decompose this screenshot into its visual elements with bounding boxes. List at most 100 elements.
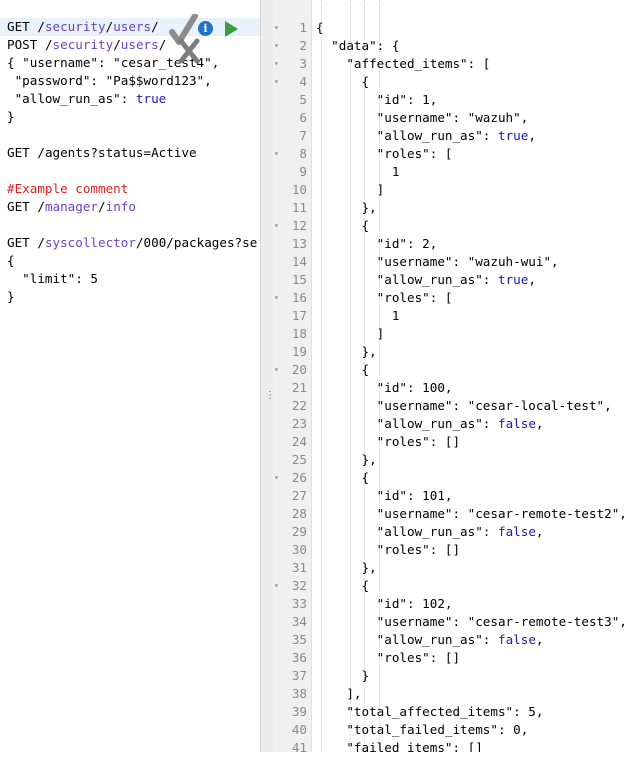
output-line: "username": "wazuh-wui", xyxy=(316,254,559,269)
line-number: 40 xyxy=(291,722,307,737)
output-line: "failed_items": [] xyxy=(316,740,483,752)
fold-toggle-icon[interactable]: ▾ xyxy=(274,19,279,37)
output-line: "allow_run_as": false, xyxy=(316,632,544,647)
output-gutter: 1 ▾ 2 ▾ 3 ▾ 4 ▾ 5 6 7 8 ▾ 9 10 11 12 ▾ 13 14 15 16 ▾ 17 18 19 20 ▾ 2… xyxy=(273,0,312,755)
line-number: 19 xyxy=(291,344,307,359)
fold-toggle-icon[interactable]: ▾ xyxy=(274,145,279,163)
line-number: 24 xyxy=(291,434,307,449)
line-number: 15 xyxy=(291,272,307,287)
editor-line: } xyxy=(7,289,15,304)
output-line: "id": 1, xyxy=(316,92,438,107)
fold-toggle-icon[interactable]: ▾ xyxy=(274,289,279,307)
output-line: "roles": [] xyxy=(316,542,461,557)
output-line: "username": "cesar-remote-test3", xyxy=(316,614,627,629)
pane-resizer[interactable]: ⋮ xyxy=(260,0,275,752)
response-output[interactable]: { "data": { "affected_items": [ { "id": … xyxy=(312,0,635,752)
output-line: { xyxy=(316,74,370,89)
editor-line: GET /manager/info xyxy=(7,199,136,214)
output-line: "allow_run_as": false, xyxy=(316,524,544,539)
line-number: 36 xyxy=(291,650,307,665)
editor-line: GET /syscollector/000/packages?se xyxy=(7,235,258,250)
output-line: ], xyxy=(316,686,362,701)
output-line: { xyxy=(316,20,324,35)
output-line: }, xyxy=(316,200,377,215)
line-number: 25 xyxy=(291,452,307,467)
output-line: "total_failed_items": 0, xyxy=(316,722,529,737)
editor-line: "limit": 5 xyxy=(7,271,98,286)
output-line: }, xyxy=(316,344,377,359)
output-line: "username": "cesar-local-test", xyxy=(316,398,612,413)
output-line: "roles": [ xyxy=(316,290,453,305)
output-line: }, xyxy=(316,560,377,575)
line-number: 28 xyxy=(291,506,307,521)
editor-line: POST /security/users/ xyxy=(7,37,167,52)
fold-toggle-icon[interactable]: ▾ xyxy=(274,469,279,487)
line-number: 2 xyxy=(299,38,307,53)
line-number: 3 xyxy=(299,56,307,71)
line-number: 22 xyxy=(291,398,307,413)
output-line: "allow_run_as": true, xyxy=(316,272,536,287)
fold-toggle-icon[interactable]: ▾ xyxy=(274,55,279,73)
line-number: 6 xyxy=(299,110,307,125)
line-number: 26 xyxy=(291,470,307,485)
fold-toggle-icon[interactable]: ▾ xyxy=(274,577,279,595)
line-number: 5 xyxy=(299,92,307,107)
fold-toggle-icon[interactable]: ▾ xyxy=(274,361,279,379)
line-number: 32 xyxy=(291,578,307,593)
output-line: "username": "cesar-remote-test2", xyxy=(316,506,627,521)
line-number: 38 xyxy=(291,686,307,701)
line-number: 8 xyxy=(299,146,307,161)
editor-line: GET /agents?status=Active xyxy=(7,145,197,160)
output-line: "roles": [] xyxy=(316,434,461,449)
line-number: 34 xyxy=(291,614,307,629)
output-line: { xyxy=(316,362,370,377)
output-line: { xyxy=(316,218,370,233)
line-number: 18 xyxy=(291,326,307,341)
output-line: { xyxy=(316,578,370,593)
line-number: 20 xyxy=(291,362,307,377)
line-number: 14 xyxy=(291,254,307,269)
editor-line: "password": "Pa$$word123", xyxy=(7,73,212,88)
line-number: 13 xyxy=(291,236,307,251)
output-line: "username": "wazuh", xyxy=(316,110,529,125)
output-line: 1 xyxy=(316,164,400,179)
fold-toggle-icon[interactable]: ▾ xyxy=(274,217,279,235)
output-line: "id": 2, xyxy=(316,236,438,251)
output-line: "data": { xyxy=(316,38,400,53)
info-icon[interactable]: i xyxy=(198,21,213,36)
line-number: 21 xyxy=(291,380,307,395)
output-line: "id": 101, xyxy=(316,488,453,503)
line-number: 27 xyxy=(291,488,307,503)
line-number: 37 xyxy=(291,668,307,683)
line-number: 41 xyxy=(291,740,307,755)
output-line: "allow_run_as": false, xyxy=(316,416,544,431)
line-number: 7 xyxy=(299,128,307,143)
line-number: 33 xyxy=(291,596,307,611)
editor-line: { xyxy=(7,253,15,268)
output-line: }, xyxy=(316,452,377,467)
line-number: 30 xyxy=(291,542,307,557)
line-number: 11 xyxy=(291,200,307,215)
output-line: 1 xyxy=(316,308,400,323)
line-number: 17 xyxy=(291,308,307,323)
output-line: ] xyxy=(316,326,385,341)
fold-toggle-icon[interactable]: ▾ xyxy=(274,37,279,55)
output-line: "total_affected_items": 5, xyxy=(316,704,544,719)
output-line: "roles": [] xyxy=(316,650,461,665)
output-line: ] xyxy=(316,182,385,197)
cross-icon xyxy=(178,38,200,64)
run-request-button[interactable] xyxy=(225,21,238,37)
fold-toggle-icon[interactable]: ▾ xyxy=(274,73,279,91)
editor-line: #Example comment xyxy=(7,181,129,196)
line-number: 12 xyxy=(291,218,307,233)
output-line: "allow_run_as": true, xyxy=(316,128,536,143)
line-number: 4 xyxy=(299,74,307,89)
line-number: 35 xyxy=(291,632,307,647)
line-number: 16 xyxy=(291,290,307,305)
line-number: 29 xyxy=(291,524,307,539)
line-number: 23 xyxy=(291,416,307,431)
editor-line: } xyxy=(7,109,15,124)
request-editor[interactable]: GET /security/users/POST /security/users… xyxy=(0,0,260,752)
output-line: "affected_items": [ xyxy=(316,56,491,71)
line-number: 10 xyxy=(291,182,307,197)
